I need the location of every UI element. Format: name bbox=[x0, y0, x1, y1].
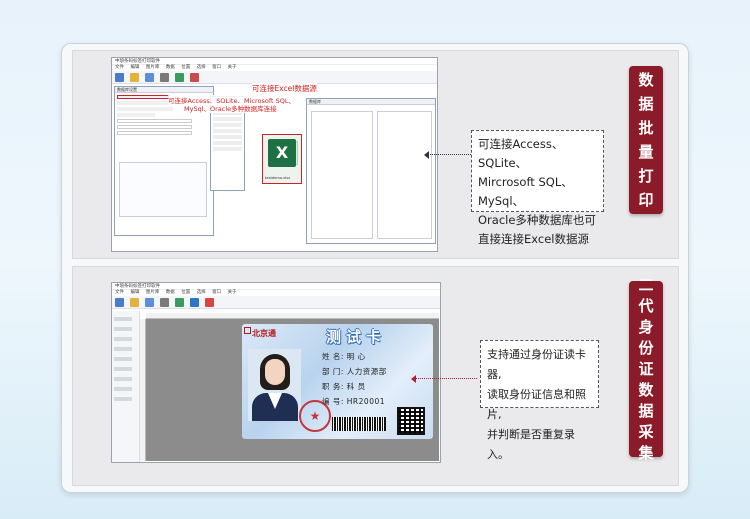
preview-table[interactable] bbox=[311, 111, 373, 239]
tool-panel bbox=[112, 311, 140, 462]
menu-select[interactable]: 选择 bbox=[197, 65, 206, 70]
menu-about[interactable]: 关于 bbox=[228, 65, 237, 70]
column-list[interactable] bbox=[377, 111, 432, 239]
section-id-card: 中琅条码标签打印软件 文件 编辑 图片库 数据 位置 选择 窗口 关于 北京通 … bbox=[72, 266, 679, 486]
new-icon[interactable] bbox=[115, 72, 124, 82]
grid-icon[interactable] bbox=[175, 297, 184, 307]
menu-file[interactable]: 文件 bbox=[115, 65, 124, 70]
excel-icon: X bbox=[268, 139, 296, 167]
menu-select[interactable]: 选择 bbox=[197, 290, 206, 295]
callout-database: 可连接Access、SQLite、 Mircrosoft SQL、MySql、 … bbox=[471, 130, 604, 246]
app-titlebar: 中琅条码标签打印软件 bbox=[112, 58, 437, 65]
callout-id-reader: 支持通过身份证读卡器, 读取身份证信息和照片, 并判断是否重复录入。 bbox=[480, 340, 599, 461]
app-titlebar: 中琅条码标签打印软件 bbox=[112, 283, 440, 290]
barcode bbox=[332, 417, 386, 431]
preview-icon[interactable] bbox=[190, 72, 199, 82]
table-list[interactable] bbox=[119, 162, 207, 217]
excel-source-box[interactable]: X testdemo.xlsx bbox=[262, 134, 302, 184]
label-id-card-collection: 二 代 身 份 证 数 据 采 集 bbox=[629, 276, 663, 462]
card-id: 编 号: HR20001 bbox=[322, 397, 386, 406]
qr-code bbox=[397, 407, 425, 435]
main-panel: 中琅条码标签打印软件 文件 编辑 图片库 数据 位置 选择 窗口 关于 数据库设… bbox=[61, 43, 689, 493]
open-icon[interactable] bbox=[130, 297, 139, 307]
callout-line: Oracle多种数据库也可 bbox=[478, 213, 596, 227]
callout-line: 并判断是否重复录入。 bbox=[487, 428, 575, 461]
menu-window[interactable]: 窗口 bbox=[212, 290, 221, 295]
database-icon[interactable] bbox=[175, 72, 184, 82]
print-icon[interactable] bbox=[160, 72, 169, 82]
menu-position[interactable]: 位置 bbox=[181, 65, 190, 70]
menu-window[interactable]: 窗口 bbox=[212, 65, 221, 70]
callout-line: 直接连接Excel数据源 bbox=[478, 232, 589, 246]
id-card[interactable]: 北京通 测试卡 姓 名: 明 心 部 门: 人力资源部 职 务: 科 员 编 号… bbox=[242, 324, 433, 439]
note-db-line2: MySql、Oracle多种数据库连接 bbox=[184, 103, 277, 113]
logo-icon bbox=[244, 327, 251, 334]
new-icon[interactable] bbox=[115, 297, 124, 307]
data-preview-window: 数据库 bbox=[306, 98, 436, 244]
menu-edit[interactable]: 编辑 bbox=[130, 65, 139, 70]
save-icon[interactable] bbox=[145, 297, 154, 307]
design-canvas[interactable]: 北京通 测试卡 姓 名: 明 心 部 门: 人力资源部 职 务: 科 员 编 号… bbox=[146, 319, 439, 461]
section-batch-print: 中琅条码标签打印软件 文件 编辑 图片库 数据 位置 选择 窗口 关于 数据库设… bbox=[72, 50, 679, 259]
menu-image-lib[interactable]: 图片库 bbox=[146, 65, 160, 70]
card-title: 测试卡 bbox=[326, 328, 387, 346]
callout-arrow bbox=[411, 374, 477, 383]
app-screenshot-database: 中琅条码标签打印软件 文件 编辑 图片库 数据 位置 选择 窗口 关于 数据库设… bbox=[111, 57, 438, 252]
open-icon[interactable] bbox=[130, 72, 139, 82]
card-logo: 北京通 bbox=[252, 328, 276, 338]
app-screenshot-idcard: 中琅条码标签打印软件 文件 编辑 图片库 数据 位置 选择 窗口 关于 北京通 … bbox=[111, 282, 441, 463]
close-icon[interactable] bbox=[205, 297, 214, 307]
save-icon[interactable] bbox=[145, 72, 154, 82]
print-icon[interactable] bbox=[160, 297, 169, 307]
callout-line: Mircrosoft SQL、MySql、 bbox=[478, 175, 573, 208]
card-name: 姓 名: 明 心 bbox=[322, 352, 366, 361]
excel-file-label: testdemo.xlsx bbox=[265, 176, 291, 180]
menu-data[interactable]: 数据 bbox=[166, 65, 175, 70]
menu-image-lib[interactable]: 图片库 bbox=[146, 290, 160, 295]
callout-line: 可连接Access、SQLite、 bbox=[478, 137, 564, 170]
callout-line: 支持通过身份证读卡器, bbox=[487, 348, 586, 381]
card-position: 职 务: 科 员 bbox=[322, 382, 366, 391]
menu-edit[interactable]: 编辑 bbox=[130, 290, 139, 295]
info-icon[interactable] bbox=[190, 297, 199, 307]
menu-file[interactable]: 文件 bbox=[115, 290, 124, 295]
person-photo bbox=[248, 349, 301, 421]
menu-about[interactable]: 关于 bbox=[228, 290, 237, 295]
seal-stamp: ★ bbox=[299, 400, 331, 432]
note-excel-source: 可连接Excel数据源 bbox=[252, 83, 317, 94]
label-batch-print: 数 据 批 量 打 印 bbox=[629, 66, 663, 214]
callout-arrow bbox=[424, 150, 471, 159]
card-department: 部 门: 人力资源部 bbox=[322, 367, 387, 376]
callout-line: 读取身份证信息和照片, bbox=[487, 388, 586, 421]
menu-position[interactable]: 位置 bbox=[181, 290, 190, 295]
menu-data[interactable]: 数据 bbox=[166, 290, 175, 295]
app-toolbar bbox=[112, 296, 440, 309]
